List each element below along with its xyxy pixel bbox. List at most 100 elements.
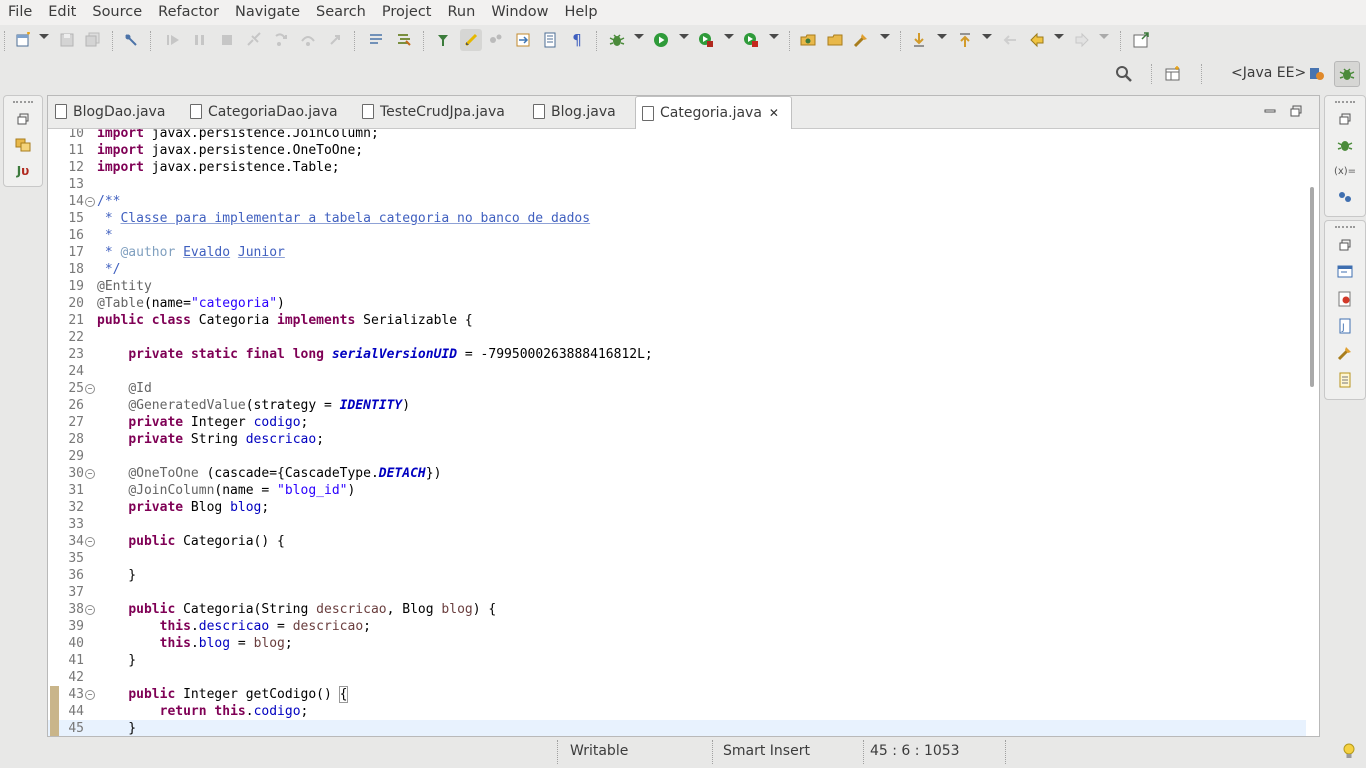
tab-blogdao[interactable]: BlogDao.java xyxy=(55,96,165,127)
build-icon[interactable] xyxy=(852,31,870,49)
code-text[interactable]: } xyxy=(97,652,136,669)
code-text[interactable]: private static final long serialVersionU… xyxy=(97,346,652,363)
code-text[interactable]: } xyxy=(97,567,136,584)
step-into-icon[interactable] xyxy=(272,31,290,49)
previous-annotation-icon[interactable] xyxy=(514,31,532,49)
run-icon[interactable] xyxy=(652,31,670,49)
debug-dropdown-icon[interactable] xyxy=(634,34,644,39)
code-line[interactable]: 20 @Table(name="categoria") xyxy=(48,295,1306,312)
next-edit-icon[interactable] xyxy=(910,31,928,49)
code-line[interactable]: 43− public Integer getCodigo() { xyxy=(48,686,1306,703)
code-text[interactable]: @Id xyxy=(97,380,151,397)
restore-icon[interactable] xyxy=(1336,110,1354,128)
code-text[interactable]: */ xyxy=(97,261,121,278)
code-editor[interactable]: 10 import javax.persistence.JoinColumn; 11… xyxy=(48,129,1306,736)
fold-toggle-icon[interactable]: − xyxy=(85,384,95,394)
code-text[interactable]: /** xyxy=(97,193,120,210)
menu-window[interactable]: Window xyxy=(483,0,556,25)
package-explorer-icon[interactable] xyxy=(14,136,32,154)
fold-toggle-icon[interactable]: − xyxy=(85,469,95,479)
terminate-icon[interactable] xyxy=(218,31,236,49)
previous-edit-dropdown-icon[interactable] xyxy=(982,34,992,39)
scrollbar-thumb[interactable] xyxy=(1310,187,1314,387)
code-line[interactable]: 16 * xyxy=(48,227,1306,244)
progress-icon[interactable] xyxy=(1336,371,1354,389)
code-line[interactable]: 36 } xyxy=(48,567,1306,584)
open-task-icon[interactable] xyxy=(367,31,385,49)
breakpoints-icon[interactable] xyxy=(1336,188,1354,206)
code-line[interactable]: 35 xyxy=(48,550,1306,567)
junit-icon[interactable]: Jυ xyxy=(14,162,32,180)
code-line[interactable]: 11 import javax.persistence.OneToOne; xyxy=(48,142,1306,159)
fold-toggle-icon[interactable]: − xyxy=(85,197,95,207)
tab-categoriadao[interactable]: CategoriaDao.java xyxy=(190,96,338,127)
build-dropdown-icon[interactable] xyxy=(880,34,890,39)
code-line[interactable]: 41 } xyxy=(48,652,1306,669)
skip-breakpoints-icon[interactable] xyxy=(122,31,140,49)
code-line[interactable]: 42 xyxy=(48,669,1306,686)
code-text[interactable]: private Integer codigo; xyxy=(97,414,308,431)
resume-icon[interactable] xyxy=(164,31,182,49)
close-tab-icon[interactable]: ✕ xyxy=(769,106,779,120)
external-tools-icon[interactable] xyxy=(742,31,760,49)
next-edit-dropdown-icon[interactable] xyxy=(937,34,947,39)
menu-navigate[interactable]: Navigate xyxy=(227,0,308,25)
search-icon[interactable] xyxy=(1115,65,1133,83)
code-line[interactable]: 34− public Categoria() { xyxy=(48,533,1306,550)
minimize-icon[interactable] xyxy=(1261,102,1279,120)
code-text[interactable]: public Categoria() { xyxy=(97,533,285,550)
menu-project[interactable]: Project xyxy=(374,0,440,25)
maximize-icon[interactable] xyxy=(1287,102,1305,120)
code-line[interactable]: 27 private Integer codigo; xyxy=(48,414,1306,431)
code-text[interactable]: @Entity xyxy=(97,278,152,295)
tab-categoria[interactable]: Categoria.java ✕ xyxy=(635,96,792,129)
code-line[interactable]: 37 xyxy=(48,584,1306,601)
code-text[interactable]: this.descricao = descricao; xyxy=(97,618,371,635)
code-line[interactable]: 39 this.descricao = descricao; xyxy=(48,618,1306,635)
back-icon[interactable] xyxy=(1028,31,1046,49)
menu-search[interactable]: Search xyxy=(308,0,374,25)
open-type-hierarchy-icon[interactable] xyxy=(395,31,413,49)
code-line[interactable]: 33 xyxy=(48,516,1306,533)
maximize-editor-icon[interactable] xyxy=(1132,31,1150,49)
new-icon[interactable] xyxy=(14,31,32,49)
menu-file[interactable]: File xyxy=(0,0,40,25)
menu-source[interactable]: Source xyxy=(84,0,150,25)
menu-help[interactable]: Help xyxy=(556,0,605,25)
code-text[interactable]: @OneToOne (cascade={CascadeType.DETACH}) xyxy=(97,465,441,482)
code-line[interactable]: 19 @Entity xyxy=(48,278,1306,295)
debug-icon[interactable] xyxy=(608,31,626,49)
code-text[interactable]: * @author Evaldo Junior xyxy=(97,244,285,261)
next-annotation-icon[interactable] xyxy=(487,31,505,49)
code-line[interactable]: 12 import javax.persistence.Table; xyxy=(48,159,1306,176)
code-text[interactable]: import javax.persistence.OneToOne; xyxy=(97,142,363,159)
code-text[interactable]: import javax.persistence.Table; xyxy=(97,159,340,176)
code-line[interactable]: 15 * Classe para implementar a tabela ca… xyxy=(48,210,1306,227)
problems-icon[interactable] xyxy=(1336,290,1354,308)
debug-perspective-icon[interactable] xyxy=(1334,61,1360,87)
suspend-icon[interactable] xyxy=(191,31,209,49)
disconnect-icon[interactable] xyxy=(245,31,263,49)
code-line[interactable]: 31 @JoinColumn(name = "blog_id") xyxy=(48,482,1306,499)
code-line[interactable]: 38− public Categoria(String descricao, B… xyxy=(48,601,1306,618)
code-line[interactable]: 13 xyxy=(48,176,1306,193)
code-text[interactable]: return this.codigo; xyxy=(97,703,309,720)
back-disabled-icon[interactable] xyxy=(1001,31,1019,49)
fold-toggle-icon[interactable]: − xyxy=(85,690,95,700)
code-text[interactable]: } xyxy=(97,720,136,736)
code-text[interactable]: @GeneratedValue(strategy = IDENTITY) xyxy=(97,397,410,414)
code-text[interactable]: public Integer getCodigo() { xyxy=(97,686,349,703)
coverage-dropdown-icon[interactable] xyxy=(724,34,734,39)
forward-icon[interactable] xyxy=(1073,31,1091,49)
code-text[interactable]: private String descricao; xyxy=(97,431,324,448)
back-dropdown-icon[interactable] xyxy=(1054,34,1064,39)
code-line[interactable]: 18 */ xyxy=(48,261,1306,278)
save-icon[interactable] xyxy=(58,31,76,49)
vertical-scrollbar[interactable] xyxy=(1306,129,1318,736)
code-line[interactable]: 28 private String descricao; xyxy=(48,431,1306,448)
previous-edit-icon[interactable] xyxy=(956,31,974,49)
code-text[interactable]: public Categoria(String descricao, Blog … xyxy=(97,601,496,618)
last-edit-location-icon[interactable] xyxy=(541,31,559,49)
code-line[interactable]: 30− @OneToOne (cascade={CascadeType.DETA… xyxy=(48,465,1306,482)
code-line[interactable]: 25− @Id xyxy=(48,380,1306,397)
